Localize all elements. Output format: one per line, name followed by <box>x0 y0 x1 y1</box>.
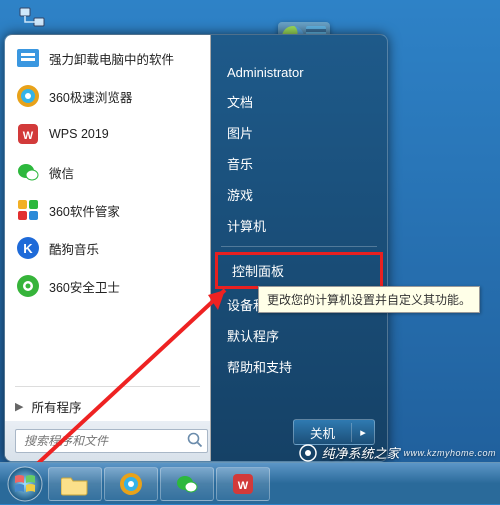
start-button[interactable] <box>4 463 46 505</box>
browser-360-icon <box>15 83 41 109</box>
right-item-label: 默认程序 <box>227 329 279 344</box>
taskbar-item-explorer[interactable] <box>48 467 102 501</box>
all-programs-button[interactable]: ▶ 所有程序 <box>5 391 210 421</box>
right-item-label: 帮助和支持 <box>227 360 292 375</box>
search-input[interactable] <box>15 429 208 453</box>
all-programs-label: 所有程序 <box>31 397 81 416</box>
right-item-label: 图片 <box>227 126 253 141</box>
right-item-label: 文档 <box>227 95 253 110</box>
right-item-label: 计算机 <box>227 219 266 234</box>
software-manager-icon <box>15 197 41 223</box>
right-item-label: 控制面板 <box>232 264 284 279</box>
watermark-sub: www.kzmyhome.com <box>403 448 496 458</box>
program-item[interactable]: 360软件管家 <box>9 191 206 229</box>
wechat-icon <box>15 159 41 185</box>
taskbar-item-wps[interactable]: W <box>216 467 270 501</box>
browser-360-icon <box>118 471 144 497</box>
wechat-icon <box>174 471 200 497</box>
program-label: 酷狗音乐 <box>49 239 99 258</box>
right-item-label: 音乐 <box>227 157 253 172</box>
right-item-default-programs[interactable]: 默认程序 <box>211 320 387 351</box>
right-item-label: Administrator <box>227 65 304 80</box>
program-item[interactable]: 360极速浏览器 <box>9 77 206 115</box>
program-item[interactable]: 强力卸载电脑中的软件 <box>9 39 206 77</box>
tooltip: 更改您的计算机设置并自定义其功能。 <box>258 286 480 313</box>
right-item-pictures[interactable]: 图片 <box>211 117 387 148</box>
search-bar <box>5 421 210 461</box>
wps-icon: W <box>15 121 41 147</box>
right-item-computer[interactable]: 计算机 <box>211 210 387 241</box>
highlight-annotation: 控制面板 <box>215 252 383 289</box>
taskbar-item-wechat[interactable] <box>160 467 214 501</box>
svg-text:K: K <box>23 241 33 256</box>
watermark-text: 纯净系统之家 <box>321 443 399 462</box>
svg-text:W: W <box>23 130 34 142</box>
search-icon <box>186 431 204 449</box>
program-item[interactable]: W WPS 2019 <box>9 115 206 153</box>
program-item[interactable]: 360安全卫士 <box>9 267 206 305</box>
tooltip-text: 更改您的计算机设置并自定义其功能。 <box>267 293 471 307</box>
divider <box>15 386 200 387</box>
uninstall-icon <box>15 45 41 71</box>
right-item-documents[interactable]: 文档 <box>211 86 387 117</box>
wps-icon: W <box>230 471 256 497</box>
right-item-administrator[interactable]: Administrator <box>211 59 387 86</box>
shutdown-label: 关机 <box>294 423 352 442</box>
program-label: 360安全卫士 <box>49 277 120 296</box>
taskbar-item-browser[interactable] <box>104 467 158 501</box>
right-item-control-panel[interactable]: 控制面板 <box>232 259 366 282</box>
program-item[interactable]: K 酷狗音乐 <box>9 229 206 267</box>
start-menu: 强力卸载电脑中的软件 360极速浏览器 W WPS 2019 微信 360软件管… <box>4 34 388 462</box>
start-menu-right-pane: Administrator 文档 图片 音乐 游戏 计算机 控制面板 设备和打印… <box>211 35 387 461</box>
svg-text:W: W <box>238 480 249 492</box>
windows-orb-icon <box>7 466 43 502</box>
taskbar: W <box>0 462 500 504</box>
shutdown-arrow-icon[interactable]: ▸ <box>352 426 374 439</box>
network-icon <box>16 2 48 34</box>
program-label: 微信 <box>49 163 74 182</box>
program-list: 强力卸载电脑中的软件 360极速浏览器 W WPS 2019 微信 360软件管… <box>5 35 210 382</box>
right-item-music[interactable]: 音乐 <box>211 148 387 179</box>
right-item-games[interactable]: 游戏 <box>211 179 387 210</box>
folder-icon <box>61 472 89 496</box>
watermark: 纯净系统之家 www.kzmyhome.com <box>299 443 496 462</box>
right-item-help[interactable]: 帮助和支持 <box>211 351 387 382</box>
program-label: 360软件管家 <box>49 201 120 220</box>
360-safe-icon <box>15 273 41 299</box>
program-label: WPS 2019 <box>49 127 109 141</box>
program-item[interactable]: 微信 <box>9 153 206 191</box>
program-label: 360极速浏览器 <box>49 87 132 106</box>
kugou-icon: K <box>15 235 41 261</box>
right-item-label: 游戏 <box>227 188 253 203</box>
program-label: 强力卸载电脑中的软件 <box>49 49 174 68</box>
shutdown-button[interactable]: 关机 ▸ <box>293 419 375 445</box>
watermark-icon <box>299 444 317 462</box>
start-menu-left-pane: 强力卸载电脑中的软件 360极速浏览器 W WPS 2019 微信 360软件管… <box>5 35 211 461</box>
triangle-icon: ▶ <box>15 400 23 413</box>
separator <box>221 246 377 247</box>
